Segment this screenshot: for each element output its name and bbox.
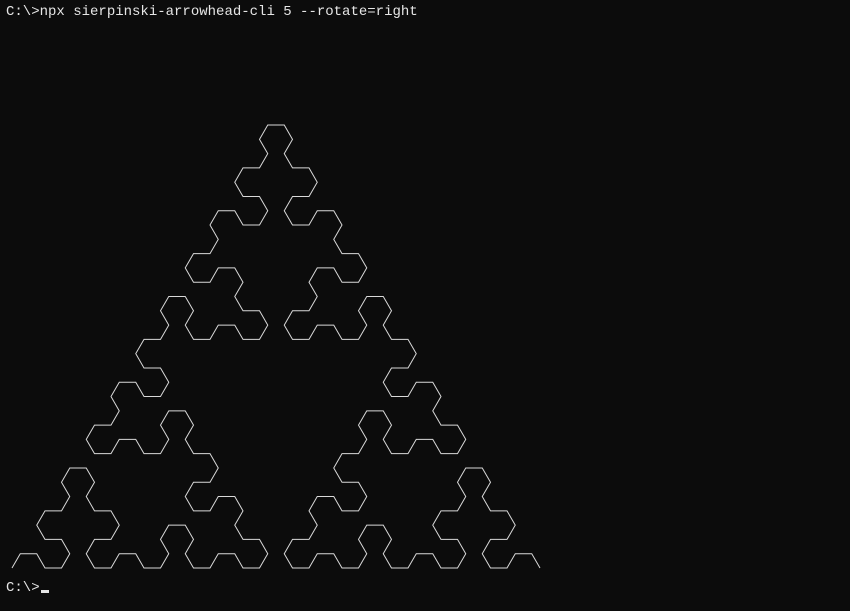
next-prompt-line[interactable]: C:\> (6, 580, 844, 596)
arrowhead-curve-path (12, 125, 540, 568)
command-line: C:\>npx sierpinski-arrowhead-cli 5 --rot… (6, 4, 844, 20)
prompt-prefix: C:\> (6, 4, 40, 20)
cursor (41, 590, 49, 593)
sierpinski-arrowhead-svg (6, 22, 546, 574)
prompt-prefix: C:\> (6, 580, 40, 596)
ascii-fractal-output (6, 22, 844, 574)
command-text: npx sierpinski-arrowhead-cli 5 --rotate=… (40, 4, 418, 20)
